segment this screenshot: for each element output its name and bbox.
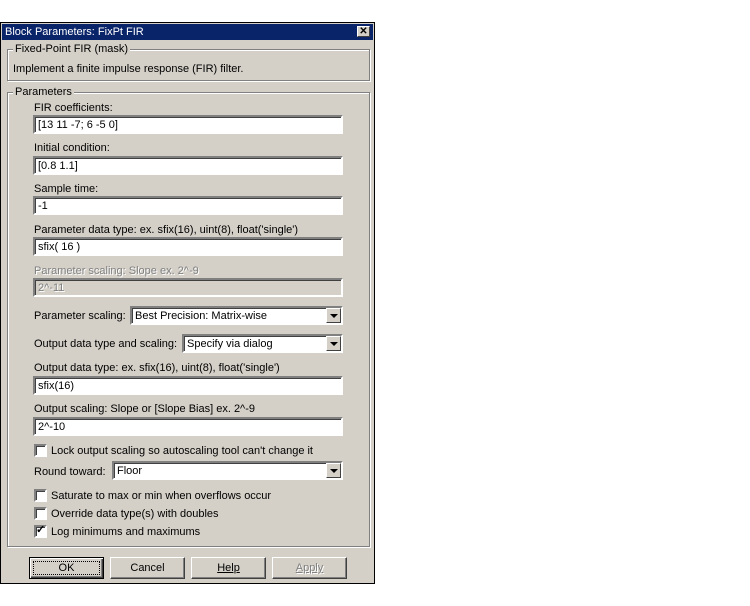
mask-description: Implement a finite impulse response (FIR… — [13, 63, 244, 75]
log-minmax-checkbox[interactable]: ✓ — [34, 524, 47, 538]
chevron-down-icon[interactable] — [326, 463, 341, 478]
output-data-type-label: Output data type: ex. sfix(16), uint(8),… — [34, 362, 280, 374]
help-button[interactable]: Help — [191, 557, 266, 579]
output-scaling-input[interactable]: 2^-10 — [33, 417, 343, 436]
help-button-label: Help — [217, 562, 240, 574]
sample-time-label: Sample time: — [34, 183, 99, 195]
override-doubles-checkbox[interactable] — [34, 507, 47, 520]
apply-button: Apply — [272, 557, 347, 579]
lock-scaling-label: Lock output scaling so autoscaling tool … — [51, 445, 313, 457]
chevron-down-icon[interactable] — [326, 308, 341, 323]
ok-button[interactable]: OK — [29, 557, 104, 579]
output-dt-scaling-label: Output data type and scaling: — [34, 338, 178, 350]
param-scaling-mode-value: Best Precision: Matrix-wise — [135, 310, 268, 322]
focus-ring — [33, 561, 100, 575]
initial-condition-input[interactable]: [0.8 1.1] — [33, 156, 343, 175]
cancel-button[interactable]: Cancel — [110, 557, 185, 579]
block-parameters-dialog: Block Parameters: FixPt FIR ✕ Fixed-Poin… — [0, 22, 375, 584]
parameters-legend: Parameters — [13, 86, 74, 98]
cancel-button-label: Cancel — [130, 562, 165, 574]
log-minmax-label: Log minimums and maximums — [51, 526, 201, 538]
mask-legend: Fixed-Point FIR (mask) — [13, 43, 131, 55]
chevron-down-icon[interactable] — [326, 336, 341, 351]
close-icon[interactable]: ✕ — [357, 26, 370, 37]
dialog-title: Block Parameters: FixPt FIR — [5, 26, 144, 38]
param-scaling-mode-select[interactable]: Best Precision: Matrix-wise — [130, 306, 343, 325]
param-scaling-text-label: Parameter scaling: Slope ex. 2^-9 — [34, 265, 199, 277]
override-doubles-label: Override data type(s) with doubles — [51, 508, 219, 520]
saturate-checkbox[interactable] — [34, 489, 47, 502]
fir-coefficients-label: FIR coefficients: — [34, 102, 113, 114]
round-toward-select[interactable]: Floor — [112, 461, 343, 480]
lock-scaling-checkbox[interactable] — [34, 444, 47, 457]
checkmark-icon: ✓ — [36, 524, 46, 536]
fir-coefficients-input[interactable]: [13 11 -7; 6 -5 0] — [33, 115, 343, 134]
title-bar[interactable]: Block Parameters: FixPt FIR ✕ — [2, 24, 373, 40]
saturate-label: Saturate to max or min when overflows oc… — [51, 490, 272, 502]
output-data-type-input[interactable]: sfix(16) — [33, 376, 343, 395]
apply-button-label: Apply — [295, 562, 324, 574]
initial-condition-label: Initial condition: — [34, 142, 110, 154]
param-data-type-input[interactable]: sfix( 16 ) — [33, 237, 343, 256]
round-toward-label: Round toward: — [34, 466, 106, 478]
param-scaling-text-input: 2^-11 — [33, 278, 343, 297]
output-dt-scaling-select[interactable]: Specify via dialog — [182, 334, 343, 353]
output-scaling-label: Output scaling: Slope or [Slope Bias] ex… — [34, 403, 256, 415]
sample-time-input[interactable]: -1 — [33, 196, 343, 215]
param-scaling-mode-label: Parameter scaling: — [34, 310, 126, 322]
round-toward-value: Floor — [117, 465, 143, 477]
param-data-type-label: Parameter data type: ex. sfix(16), uint(… — [34, 224, 299, 236]
output-dt-scaling-value: Specify via dialog — [187, 338, 273, 350]
